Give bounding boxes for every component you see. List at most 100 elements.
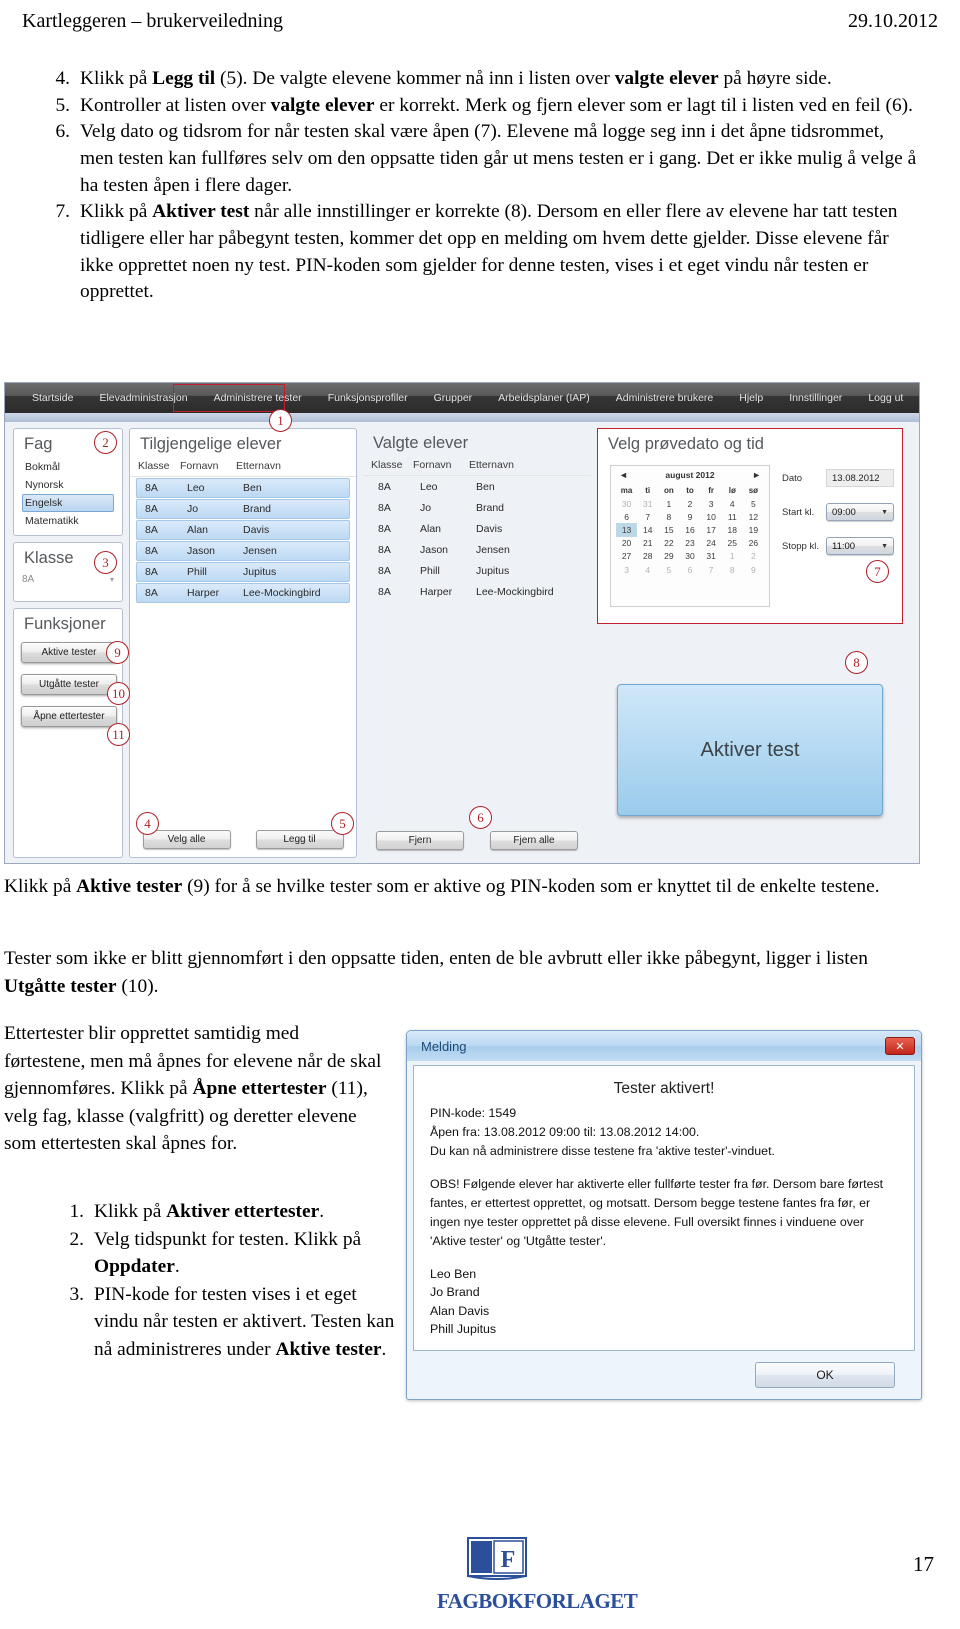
calendar-day[interactable]: 3 (701, 497, 722, 510)
table-row[interactable]: 8A Jason Jensen (369, 540, 585, 560)
list-button-velg-alle[interactable]: Velg alle (142, 830, 231, 849)
fag-option-nynorsk[interactable]: Nynorsk (22, 476, 114, 494)
calendar-day[interactable]: 31 (701, 550, 722, 563)
table-row[interactable]: 8A Leo Ben (136, 478, 350, 498)
menu-item-innstillinger[interactable]: Innstillinger (776, 383, 855, 413)
calendar-day[interactable]: 2 (743, 550, 764, 563)
calendar-day[interactable]: 1 (722, 550, 743, 563)
calendar-day[interactable]: 4 (637, 563, 658, 576)
calendar-day[interactable]: 27 (616, 550, 637, 563)
table-cell: 8A (378, 586, 391, 598)
calendar-day[interactable]: 21 (637, 537, 658, 550)
document-date: 29.10.2012 (848, 9, 938, 32)
calendar-next-icon[interactable]: ► (752, 470, 761, 480)
calendar-day[interactable]: 6 (679, 563, 700, 576)
calendar-day[interactable]: 20 (616, 537, 637, 550)
calendar-day[interactable]: 14 (637, 523, 658, 536)
calendar-day[interactable]: 22 (658, 537, 679, 550)
calendar-day[interactable]: 26 (743, 537, 764, 550)
calendar-day[interactable]: 25 (722, 537, 743, 550)
date-picker-calendar[interactable]: ◄ august 2012 ► ma ti on to fr lø sø 30 31 1 2 3 4 5 6… (610, 465, 770, 607)
calendar-day[interactable]: 9 (679, 510, 700, 523)
calendar-day[interactable]: 4 (722, 497, 743, 510)
calendar-day[interactable]: 3 (616, 563, 637, 576)
close-icon[interactable]: ✕ (885, 1037, 915, 1055)
ok-button[interactable]: OK (755, 1362, 895, 1388)
table-row[interactable]: 8A Alan Davis (369, 519, 585, 539)
menu-item-arbeidsplaner-iap[interactable]: Arbeidsplaner (IAP) (485, 383, 603, 413)
table-row[interactable]: 8A Leo Ben (369, 477, 585, 497)
menu-item-logg-ut[interactable]: Logg ut (855, 383, 916, 413)
aktiver-test-button[interactable]: Aktiver test (617, 684, 883, 816)
calendar-day[interactable]: 17 (701, 523, 722, 536)
calendar-day[interactable]: 8 (722, 563, 743, 576)
calendar-day[interactable]: 15 (658, 523, 679, 536)
menu-item-hjelp[interactable]: Hjelp (726, 383, 776, 413)
funksjon-button--pne-ettertester[interactable]: Åpne ettertester (21, 706, 117, 727)
calendar-day[interactable]: 2 (679, 497, 700, 510)
calendar-day[interactable]: 13 (616, 523, 638, 537)
calendar-day[interactable]: 5 (658, 563, 679, 576)
calendar-day[interactable]: 23 (679, 537, 700, 550)
list-button-fjern-alle[interactable]: Fjern alle (490, 831, 578, 850)
funksjon-button-utg-tte-tester[interactable]: Utgåtte tester (21, 674, 117, 695)
table-cell: 8A (145, 587, 158, 599)
table-row[interactable]: 8A Jo Brand (136, 499, 350, 519)
callout-marker-7: 7 (866, 560, 889, 583)
list-button-legg-til[interactable]: Legg til (255, 830, 344, 849)
calendar-day[interactable]: 10 (701, 510, 722, 523)
calendar-day[interactable]: 18 (722, 523, 743, 536)
menu-item-startside[interactable]: Startside (19, 383, 86, 413)
aktiver-test-label: Aktiver test (700, 738, 800, 761)
table-row[interactable]: 8A Harper Lee-Mockingbird (136, 583, 350, 603)
table-row[interactable]: 8A Phill Jupitus (369, 561, 585, 581)
table-cell: Phill (187, 566, 207, 578)
table-cell: Ben (243, 482, 262, 494)
calendar-day[interactable]: 1 (658, 497, 679, 510)
calendar-day-grid[interactable]: ma ti on to fr lø sø 30 31 1 2 3 4 5 6 7 8 9 10 11 12 13 14 15 1… (611, 484, 769, 580)
calendar-day[interactable]: 6 (616, 510, 637, 523)
table-cell: Ben (476, 481, 495, 493)
calendar-day[interactable]: 30 (616, 497, 637, 510)
calendar-day[interactable]: 8 (658, 510, 679, 523)
calendar-day[interactable]: 30 (679, 550, 700, 563)
menu-item-grupper[interactable]: Grupper (421, 383, 486, 413)
fag-option-bokmål[interactable]: Bokmål (22, 458, 114, 476)
klasse-dropdown[interactable]: 8A ▾ (22, 574, 114, 585)
dialog-info-line: PIN-kode: 1549 (430, 1106, 517, 1120)
callout-marker-5: 5 (331, 812, 354, 835)
menu-item-elevadministrasjon[interactable]: Elevadministrasjon (86, 383, 200, 413)
select-stopp-kl-[interactable]: 11:00 ▼ (826, 537, 894, 555)
calendar-day[interactable]: 24 (701, 537, 722, 550)
calendar-day[interactable]: 16 (679, 523, 700, 536)
select-start-kl-[interactable]: 09:00 ▼ (826, 503, 894, 521)
calendar-day[interactable]: 31 (637, 497, 658, 510)
callout-marker-8: 8 (845, 651, 868, 674)
fag-option-engelsk[interactable]: Engelsk (22, 494, 114, 513)
menu-item-administrere-tester[interactable]: Administrere tester (201, 383, 315, 413)
calendar-prev-icon[interactable]: ◄ (619, 470, 628, 480)
menu-item-administrere-brukere[interactable]: Administrere brukere (603, 383, 726, 413)
calendar-day[interactable]: 11 (722, 510, 743, 523)
calendar-day[interactable]: 29 (658, 550, 679, 563)
table-row[interactable]: 8A Jason Jensen (136, 541, 350, 561)
calendar-day[interactable]: 12 (743, 510, 764, 523)
fag-option-list[interactable]: Bokmål Nynorsk Engelsk Matematikk (14, 456, 122, 533)
calendar-day[interactable]: 7 (701, 563, 722, 576)
list-button-fjern[interactable]: Fjern (376, 831, 464, 850)
dialog-info-line: Åpen fra: 13.08.2012 09:00 til: 13.08.20… (430, 1125, 700, 1140)
funksjon-button-aktive-tester[interactable]: Aktive tester (21, 642, 117, 663)
table-row[interactable]: 8A Jo Brand (369, 498, 585, 518)
menu-item-funksjonsprofiler[interactable]: Funksjonsprofiler (315, 383, 421, 413)
calendar-day[interactable]: 19 (743, 523, 764, 536)
fag-option-matematikk[interactable]: Matematikk (22, 512, 114, 530)
calendar-day[interactable]: 9 (743, 563, 764, 576)
table-cell: Jo (420, 502, 432, 514)
table-cell: Jupitus (243, 566, 277, 578)
table-row[interactable]: 8A Alan Davis (136, 520, 350, 540)
table-row[interactable]: 8A Harper Lee-Mockingbird (369, 582, 585, 602)
table-row[interactable]: 8A Phill Jupitus (136, 562, 350, 582)
calendar-day[interactable]: 5 (743, 497, 764, 510)
calendar-day[interactable]: 7 (637, 510, 658, 523)
calendar-day[interactable]: 28 (637, 550, 658, 563)
